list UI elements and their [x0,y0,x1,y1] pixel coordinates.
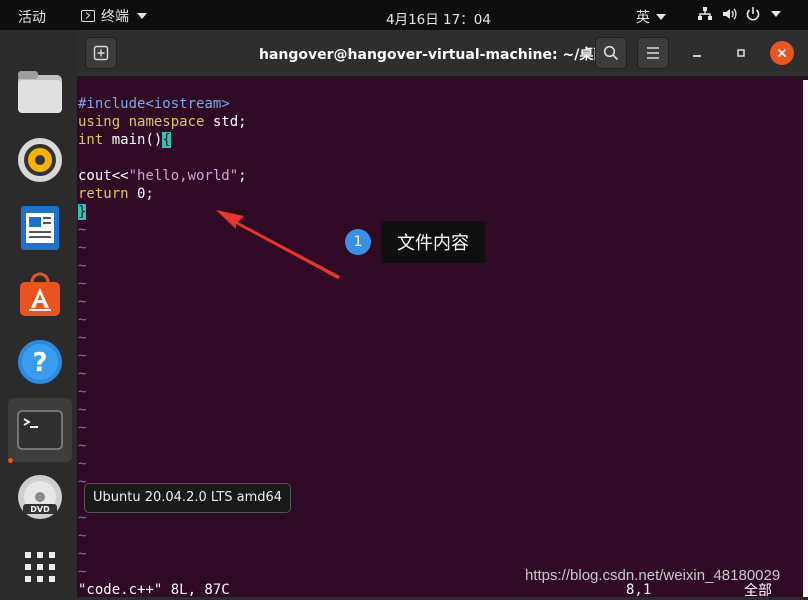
code-line-2: using namespace std; [78,113,247,131]
chevron-down-icon [656,14,666,20]
dock-tooltip: Ubuntu 20.04.2.0 LTS amd64 [84,483,292,513]
dock-files[interactable] [8,60,72,124]
empty-line-marker: ~ [78,348,87,364]
dock-help[interactable]: ? [8,330,72,394]
volume-icon [723,8,737,20]
network-icon [698,7,712,20]
empty-line-marker: ~ [78,528,87,544]
close-icon [777,48,787,58]
vim-status-file: "code.c++" 8L, 87C [78,582,230,598]
activities-button[interactable]: 活动 [18,7,46,27]
app-menu[interactable]: 终端 [81,6,147,26]
rhythmbox-icon [18,138,62,182]
dock-show-apps[interactable] [8,535,72,599]
close-button[interactable] [770,41,794,65]
clock[interactable]: 4月16日 17：04 [386,8,491,28]
watermark: https://blog.csdn.net/weixin_48180029 [525,567,781,584]
code-header: <iostream> [145,96,230,112]
new-tab-button[interactable] [85,37,117,69]
code-keyword: int [78,132,104,148]
dock-terminal[interactable] [8,398,72,462]
code-text: 0; [128,186,154,202]
empty-line-marker: ~ [78,546,87,562]
terminal-header: hangover@hangover-virtual-machine: ~/桌面 [77,30,808,77]
empty-line-marker: ~ [78,438,87,454]
code-line-5: cout<<"hello,world"; [78,167,247,185]
code-keyword: namespace [128,114,205,130]
new-tab-icon [93,45,109,61]
input-method-menu[interactable]: 英 [636,7,666,27]
code-text: ; [238,168,247,184]
writer-icon [21,206,59,250]
svg-text:DVD: DVD [30,505,50,514]
menu-button[interactable] [637,37,669,69]
matching-brace: { [162,132,171,148]
empty-line-marker: ~ [78,330,87,346]
running-indicator [8,458,13,463]
code-keyword: return [78,186,129,202]
code-text: std; [204,114,247,130]
callout-label: 文件内容 [381,221,485,263]
power-icon [746,7,760,21]
code-text: cout<< [78,168,129,184]
window-title: hangover@hangover-virtual-machine: ~/桌面 [259,47,608,63]
ubuntu-software-icon [20,272,60,316]
empty-line-marker: ~ [78,222,87,238]
empty-line-marker: ~ [78,312,87,328]
chevron-down-icon [771,11,781,17]
empty-line-marker: ~ [78,240,87,256]
help-icon: ? [18,340,62,384]
search-icon [603,45,619,61]
terminal-icon [81,10,95,22]
empty-line-marker: ~ [78,258,87,274]
code-keyword: using [78,114,121,130]
top-bar: 活动 终端 4月16日 17：04 英 [0,0,808,30]
empty-line-marker: ~ [78,564,87,580]
code-line-1: #include<iostream> [78,95,230,113]
code-line-3: int main(){ [78,131,171,149]
svg-text:?: ? [32,348,47,378]
empty-line-marker: ~ [78,456,87,472]
empty-line-marker: ~ [78,276,87,292]
empty-line-marker: ~ [78,294,87,310]
minimize-button[interactable] [685,41,709,65]
background-strip [803,80,808,597]
empty-line-marker: ~ [78,384,87,400]
maximize-icon [737,49,745,57]
search-button[interactable] [595,37,627,69]
empty-line-marker: ~ [78,402,87,418]
vim-cursor-position: 8,1 [626,582,652,598]
empty-line-marker: ~ [78,366,87,382]
empty-line-marker: ~ [78,420,87,436]
chevron-down-icon [137,13,147,19]
dock: ? DVD [0,30,77,597]
code-line-6: return 0; [78,185,154,203]
minimize-icon [693,55,701,57]
input-method-label: 英 [636,10,650,26]
code-string: "hello,world" [128,168,239,184]
dock-software[interactable] [8,263,72,327]
code-include: #include [78,96,146,112]
system-menu[interactable] [697,6,781,22]
hamburger-icon [647,47,659,59]
code-line-7: } [78,203,87,221]
code-text: main() [103,132,163,148]
terminal-body[interactable]: #include<iostream> using namespace std; … [77,77,808,599]
app-grid-icon [25,552,55,582]
files-icon [18,71,62,113]
callout-number: 1 [345,229,371,255]
terminal-icon [17,410,63,450]
dock-rhythmbox[interactable] [8,128,72,192]
dock-dvd[interactable]: DVD [8,465,72,529]
dvd-icon: DVD [18,475,62,519]
app-menu-label: 终端 [101,9,129,25]
dock-libreoffice-writer[interactable] [8,196,72,260]
maximize-button[interactable] [729,41,753,65]
text-cursor: } [78,204,87,220]
